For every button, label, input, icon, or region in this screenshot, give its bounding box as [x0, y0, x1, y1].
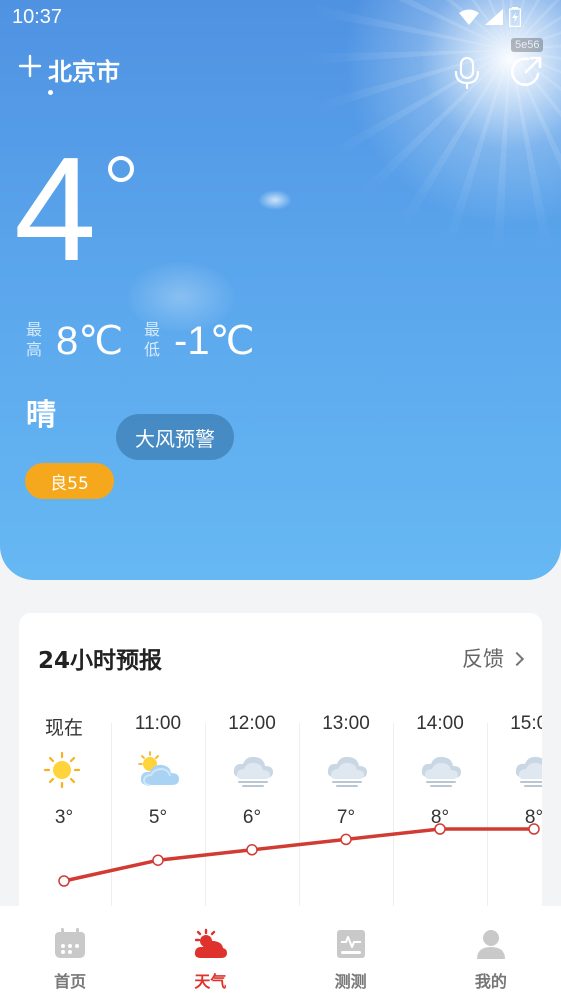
low-label: 最低 [144, 320, 161, 359]
hour-time: 14:00 [416, 713, 464, 734]
column-divider [299, 723, 300, 933]
bottom-nav: 首页 天气 测测 我的 [0, 906, 561, 999]
forecast-title: 24小时预报 [38, 648, 163, 674]
nav-label: 测测 [334, 972, 367, 991]
column-divider [487, 723, 488, 933]
hour-time: 12:00 [228, 713, 276, 734]
hour-temperature: 8° [430, 807, 450, 828]
cloudy-icon [418, 751, 464, 789]
hour-temperature: 7° [336, 807, 356, 828]
nav-label: 首页 [54, 972, 87, 991]
hour-time: 13:00 [322, 713, 370, 734]
hour-time: 现在 [44, 718, 83, 739]
degree-symbol [108, 156, 134, 182]
hour-item: 11:00 5° [111, 703, 205, 933]
hour-item: 12:00 6° [205, 703, 299, 933]
code-badge: 5e56 [511, 38, 544, 52]
cloudy-icon [324, 751, 370, 789]
lens-flare-small [258, 190, 292, 210]
signal-icon [485, 9, 503, 29]
nav-item-monitor[interactable]: 测测 [281, 906, 421, 999]
feedback-link[interactable]: 反馈 [462, 643, 525, 673]
status-time: 10:37 [12, 6, 63, 28]
person-icon [474, 928, 508, 960]
add-city-icon[interactable] [18, 54, 42, 78]
nav-label: 天气 [194, 972, 227, 991]
hour-temperature: 8° [524, 807, 542, 828]
wind-warning-button[interactable]: 大风预警 [116, 414, 234, 460]
hourly-forecast-card: 24小时预报 反馈 现在 3° 11:00 5° 12:00 6° 13:00 7° 14:00… [19, 613, 542, 933]
microphone-icon[interactable] [452, 56, 482, 90]
weather-icon [193, 928, 228, 960]
hour-time: 11:00 [134, 713, 182, 734]
cloudy-icon [230, 751, 276, 789]
nav-item-weather[interactable]: 天气 [140, 906, 280, 999]
hour-item: 现在 3° [19, 703, 111, 933]
sun-glow [330, 0, 561, 240]
cloudy-icon [512, 751, 542, 789]
sunny-icon [42, 751, 88, 789]
chevron-right-icon [509, 651, 525, 666]
wifi-icon [459, 9, 479, 29]
weather-hero: 10:37 北京市 5e56 4 最高 8℃ 最低 -1℃ 晴 大风预警 良55 [0, 0, 561, 580]
status-icons [459, 7, 522, 31]
nav-label: 我的 [474, 972, 507, 991]
partly-cloudy-icon [136, 751, 182, 789]
low-temperature: -1℃ [174, 319, 255, 363]
hour-temperature: 5° [148, 807, 168, 828]
hour-item: 14:00 8° [393, 703, 487, 933]
aqi-badge[interactable]: 良55 [25, 463, 114, 499]
city-name[interactable]: 北京市 [48, 52, 120, 87]
column-divider [393, 723, 394, 933]
hour-item: 13:00 7° [299, 703, 393, 933]
high-temperature: 8℃ [56, 319, 124, 363]
column-divider [111, 723, 112, 933]
calendar-icon [53, 928, 87, 960]
share-icon[interactable] [508, 54, 544, 90]
hour-item: 15:00 8° [487, 703, 542, 933]
weather-condition: 晴 [26, 398, 56, 433]
current-temperature: 4 [14, 127, 97, 292]
battery-icon [508, 7, 522, 31]
page-indicator-dot [48, 90, 53, 95]
hourly-list[interactable]: 现在 3° 11:00 5° 12:00 6° 13:00 7° 14:00 8° 15:00 8° [19, 703, 542, 933]
feedback-label: 反馈 [462, 647, 504, 671]
nav-item-calendar[interactable]: 首页 [0, 906, 140, 999]
hour-temperature: 3° [54, 807, 74, 828]
high-label: 最高 [26, 320, 43, 359]
column-divider [205, 723, 206, 933]
monitor-icon [334, 928, 368, 960]
nav-item-person[interactable]: 我的 [421, 906, 561, 999]
hour-temperature: 6° [242, 807, 262, 828]
hour-time: 15:00 [510, 713, 542, 734]
